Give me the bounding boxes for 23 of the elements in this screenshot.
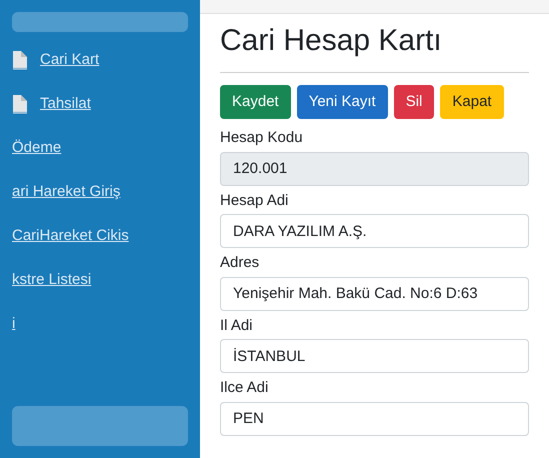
input-field[interactable]: Yenişehir Mah. Bakü Cad. No:6 D:63 bbox=[220, 276, 529, 310]
field-label: Hesap Kodu bbox=[220, 128, 304, 148]
field-label: Il Adi bbox=[220, 316, 254, 336]
sidebar-link[interactable]: i bbox=[12, 312, 16, 336]
field-label: Adres bbox=[220, 253, 260, 273]
sidebar-link[interactable]: Ödeme bbox=[12, 136, 62, 160]
action-button[interactable]: Yeni Kayıt bbox=[296, 84, 388, 119]
page-title: Cari Hesap Kartı bbox=[220, 23, 443, 59]
document-icon bbox=[12, 50, 28, 70]
sidebar-link[interactable]: kstre Listesi bbox=[12, 268, 92, 292]
field-label: Hesap Adi bbox=[220, 190, 290, 210]
field-label: Ilce Adi bbox=[220, 378, 270, 398]
document-icon bbox=[12, 94, 28, 114]
action-button[interactable]: Kaydet bbox=[220, 84, 291, 119]
sidebar-link[interactable]: Cari Kart bbox=[40, 48, 100, 72]
action-button[interactable]: Kapat bbox=[440, 84, 504, 119]
input-field[interactable]: PEN bbox=[220, 402, 529, 436]
input-field[interactable]: DARA YAZILIM A.Ş. bbox=[220, 214, 529, 248]
sidebar-link[interactable]: ari Hareket Giriş bbox=[12, 180, 120, 204]
sidebar-link[interactable]: Tahsilat bbox=[40, 92, 91, 116]
input-field[interactable]: İSTANBUL bbox=[220, 339, 529, 373]
sidebar-link[interactable]: CariHareket Cikis bbox=[12, 224, 129, 248]
action-button[interactable]: Sil bbox=[394, 84, 434, 119]
